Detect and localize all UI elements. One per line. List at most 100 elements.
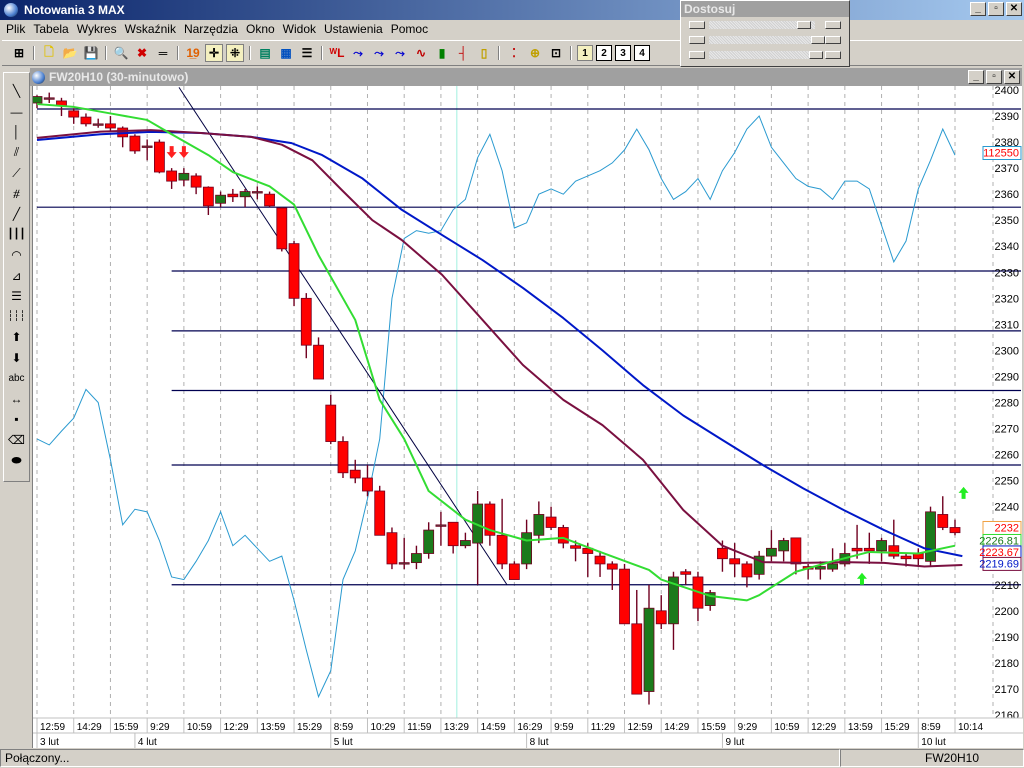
candle: [251, 186, 263, 200]
wave-icon-2[interactable]: ⤳: [370, 44, 388, 62]
line-chart-icon[interactable]: ∿: [412, 44, 430, 62]
fan-tool-icon[interactable]: ⟋: [6, 163, 28, 184]
horizontal-line-tool-icon[interactable]: —: [6, 102, 28, 123]
date-label: 10 lut: [921, 737, 946, 748]
candle-body-up: [459, 540, 471, 547]
minimize-button[interactable]: _: [970, 2, 986, 16]
menu-pomoc[interactable]: Pomoc: [387, 22, 432, 36]
date-label: 8 lut: [530, 737, 549, 748]
layout-4-button[interactable]: 4: [634, 45, 650, 61]
candle-body-down: [362, 477, 373, 492]
chart-minimize-button[interactable]: _: [968, 70, 984, 84]
menu-tabela[interactable]: Tabela: [29, 22, 72, 36]
arcs-tool-icon[interactable]: ◠: [6, 245, 28, 266]
time-label: 10:14: [958, 722, 983, 733]
add-indicator-icon[interactable]: ⊕: [526, 44, 544, 62]
adjust-panel-title[interactable]: Dostosuj: [681, 1, 849, 17]
grid-icon[interactable]: ⊞: [10, 44, 28, 62]
price-tick-label: 2310: [995, 319, 1019, 331]
candle: [557, 524, 569, 549]
price-tick-label: 2260: [995, 450, 1019, 462]
point-tool-icon[interactable]: ▪: [6, 409, 28, 430]
app-icon: [4, 3, 18, 17]
menu-ustawienia[interactable]: Ustawienia: [320, 22, 387, 36]
candle: [288, 241, 300, 307]
cycle-lines-tool-icon[interactable]: ┃┃┃: [6, 225, 28, 246]
date-label: 9 lut: [725, 737, 744, 748]
time-label: 10:59: [774, 722, 799, 733]
time-zones-tool-icon[interactable]: ┆┆┆: [6, 307, 28, 328]
text-tool-icon[interactable]: abc: [6, 368, 28, 389]
menu-okno[interactable]: Okno: [242, 22, 279, 36]
candle-body-up: [876, 540, 887, 552]
wave-icon-3[interactable]: ⤳: [391, 44, 409, 62]
candle: [459, 532, 471, 549]
menu-wskaźnik[interactable]: Wskaźnik: [121, 22, 180, 36]
sell-signal-arrow-icon: [178, 146, 189, 159]
ohlc-icon[interactable]: ┤: [454, 44, 472, 62]
layout-icon[interactable]: ▦: [277, 44, 295, 62]
gann-tool-icon[interactable]: ⧣: [6, 184, 28, 205]
list-icon[interactable]: ☰: [298, 44, 316, 62]
move-tool-icon[interactable]: ↔: [6, 389, 28, 410]
restore-button[interactable]: ▫: [988, 2, 1004, 16]
candle-body-up: [778, 540, 790, 552]
layout-3-button[interactable]: 3: [615, 45, 631, 61]
candlestick-icon[interactable]: ▯: [475, 44, 493, 62]
menu-widok[interactable]: Widok: [279, 22, 320, 36]
candle-body-down: [227, 193, 239, 198]
candle-body-down: [313, 344, 324, 380]
layout-2-button[interactable]: 2: [596, 45, 612, 61]
time-label: 12:29: [224, 722, 249, 733]
vertical-line-tool-icon[interactable]: │: [6, 122, 28, 143]
wl-icon[interactable]: ᵂL: [328, 44, 346, 62]
add-window-icon[interactable]: ⊡: [547, 44, 565, 62]
toolbar-separator: [105, 46, 107, 60]
drawing-toolbar: ╲ — │ ⫽ ⟋ ⧣ ╱ ┃┃┃ ◠ ⊿ ☰ ┆┆┆ ⬆ ⬇ abc ↔ ▪ ⌫ ⬬: [3, 72, 30, 482]
candle-body-up: [533, 514, 545, 536]
adjust-slider-2[interactable]: [689, 33, 841, 47]
candle-body-up: [814, 566, 826, 570]
delete-icon[interactable]: ✖: [133, 44, 151, 62]
menu-narzędzia[interactable]: Narzędzia: [180, 22, 242, 36]
save-icon[interactable]: 💾: [82, 44, 100, 62]
zoom-icon[interactable]: 🔍: [112, 44, 130, 62]
status-bar: Połączony... FW20H10: [0, 748, 1024, 768]
candlestick-chart[interactable]: 2160217021802190220022102220223022402250…: [31, 85, 1024, 748]
numbers-icon[interactable]: 1̲9: [184, 44, 202, 62]
menu-plik[interactable]: Plik: [2, 22, 29, 36]
adjust-slider-1[interactable]: [689, 18, 841, 32]
candle: [753, 550, 765, 580]
adjust-slider-3[interactable]: [689, 48, 841, 62]
new-file-icon[interactable]: 🗋: [40, 44, 58, 62]
toolbar-separator: [321, 46, 323, 60]
fibonacci-tool-icon[interactable]: ☰: [6, 286, 28, 307]
table-icon[interactable]: ▤: [256, 44, 274, 62]
time-label: 12:29: [811, 722, 836, 733]
menu-wykres[interactable]: Wykres: [73, 22, 121, 36]
ruler-icon[interactable]: ═: [154, 44, 172, 62]
up-arrow-tool-icon[interactable]: ⬆: [6, 327, 28, 348]
toolbar-separator: [177, 46, 179, 60]
chart-area[interactable]: 2160217021802190220022102220223022402250…: [31, 85, 1024, 748]
eraser-tool-icon[interactable]: ⌫: [6, 430, 28, 451]
time-label: 14:29: [77, 722, 102, 733]
crosshair-icon[interactable]: ✛: [205, 44, 223, 62]
channel-tool-icon[interactable]: ⫽: [6, 143, 28, 164]
candle-body-up: [423, 529, 435, 554]
trendline-tool-icon[interactable]: ╱: [6, 204, 28, 225]
open-folder-icon[interactable]: 📂: [61, 44, 79, 62]
chart-close-button[interactable]: ✕: [1004, 70, 1020, 84]
candle-body-down: [276, 207, 288, 250]
chart-restore-button[interactable]: ▫: [986, 70, 1002, 84]
layout-1-button[interactable]: 1: [577, 45, 593, 61]
wave-icon-1[interactable]: ⤳: [349, 44, 367, 62]
bar-chart-icon[interactable]: ▮: [433, 44, 451, 62]
speed-lines-tool-icon[interactable]: ⊿: [6, 266, 28, 287]
eraser-all-tool-icon[interactable]: ⬬: [6, 450, 28, 471]
crosshair-dots-icon[interactable]: ⁜: [226, 44, 244, 62]
traffic-light-icon[interactable]: ⁚: [505, 44, 523, 62]
diagonal-line-tool-icon[interactable]: ╲: [6, 81, 28, 102]
close-button[interactable]: ✕: [1006, 2, 1022, 16]
down-arrow-tool-icon[interactable]: ⬇: [6, 348, 28, 369]
